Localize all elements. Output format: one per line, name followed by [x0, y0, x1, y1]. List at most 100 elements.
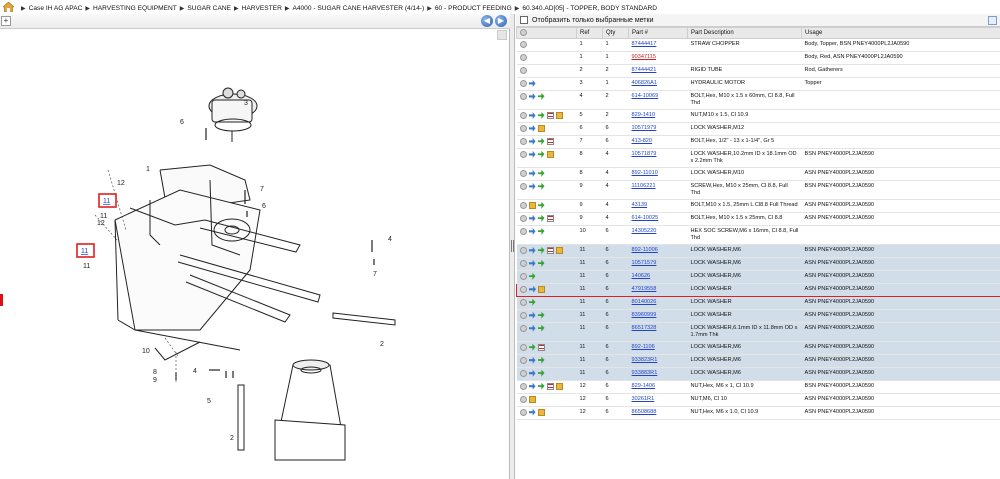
blue-arrow-icon[interactable]: [528, 79, 536, 87]
blue-arrow-icon[interactable]: [529, 285, 536, 293]
green-arrow-icon[interactable]: [528, 298, 536, 306]
callout-number[interactable]: 9: [153, 377, 157, 384]
part-number-link[interactable]: 43139: [632, 202, 648, 208]
list-icon[interactable]: [546, 137, 554, 145]
straw-chopper-drawing[interactable]: [274, 359, 346, 461]
breadcrumb-item[interactable]: SUGAR CANE: [187, 5, 231, 12]
green-arrow-icon[interactable]: [537, 214, 545, 222]
highlighted-callout-label[interactable]: 11: [81, 248, 88, 255]
blue-arrow-icon[interactable]: [528, 259, 536, 267]
green-arrow-icon[interactable]: [537, 227, 545, 235]
green-arrow-icon[interactable]: [537, 169, 545, 177]
part-number-link[interactable]: 83960999: [632, 312, 657, 318]
header-part-number[interactable]: Part #: [628, 27, 688, 39]
breadcrumb-item[interactable]: Case IH AG APAC: [29, 5, 83, 12]
breadcrumb-item[interactable]: HARVESTING EQUIPMENT: [93, 5, 177, 12]
callout-number[interactable]: 7: [373, 271, 377, 278]
package-icon[interactable]: [555, 246, 563, 254]
package-icon[interactable]: [537, 408, 545, 416]
table-row[interactable]: 12 6 829-1406 NUT,Hex, M6 x 1, Cl 10.9 BSN P…: [516, 380, 1000, 394]
header-ref[interactable]: Ref: [576, 27, 603, 39]
callout-number[interactable]: 6: [262, 203, 266, 210]
info-icon[interactable]: [519, 369, 527, 377]
table-row[interactable]: 11 6 892-1106 LOCK WASHER,M6 ASN PNEY4000PL2…: [516, 341, 1000, 355]
list-icon[interactable]: [546, 111, 554, 119]
table-row[interactable]: 9 4 614-10025 BOLT,Hex, M10 x 1.5 x 25mm, C…: [516, 212, 1000, 226]
table-row[interactable]: 11 6 83960999 LOCK WASHER ASN PNEY4000PL2JA0…: [516, 309, 1000, 323]
blue-arrow-icon[interactable]: [528, 382, 536, 390]
package-icon[interactable]: [555, 111, 563, 119]
green-arrow-icon[interactable]: [528, 343, 536, 351]
green-arrow-icon[interactable]: [537, 182, 545, 190]
blue-arrow-icon[interactable]: [528, 311, 536, 319]
callout-number[interactable]: 4: [193, 368, 197, 375]
part-number-link[interactable]: 14305220: [632, 228, 657, 234]
info-icon[interactable]: [519, 79, 527, 87]
info-icon[interactable]: [519, 382, 527, 390]
blue-arrow-icon[interactable]: [528, 169, 536, 177]
green-arrow-icon[interactable]: [537, 201, 545, 209]
callout-number[interactable]: 7: [260, 186, 264, 193]
part-number-link[interactable]: 10571579: [632, 260, 657, 266]
part-number-link[interactable]: 10571879: [632, 151, 657, 157]
blue-arrow-icon[interactable]: [528, 356, 536, 364]
callout-number[interactable]: 12: [117, 180, 125, 187]
blue-arrow-icon[interactable]: [528, 324, 536, 332]
header-part-description[interactable]: Part Description: [687, 27, 802, 39]
part-number-link[interactable]: 140626: [632, 273, 651, 279]
info-icon[interactable]: [519, 408, 527, 416]
info-icon[interactable]: [519, 214, 527, 222]
green-arrow-icon[interactable]: [537, 92, 545, 100]
blue-arrow-icon[interactable]: [528, 246, 536, 254]
show-selected-only-checkbox[interactable]: [520, 16, 528, 24]
hydraulic-motor-drawing[interactable]: [208, 87, 258, 142]
callout-number[interactable]: 10: [142, 348, 150, 355]
exploded-parts-diagram[interactable]: 12234456677891011111212 1111: [0, 30, 505, 478]
next-diagram-button[interactable]: ▶: [495, 15, 507, 27]
part-number-link[interactable]: 413-820: [632, 138, 653, 144]
package-icon[interactable]: [528, 201, 536, 209]
package-icon[interactable]: [528, 395, 536, 403]
table-row[interactable]: 9 4 11106221 SCREW,Hex, M10 x 25mm, Cl 8.8,…: [516, 180, 1000, 200]
callout-number[interactable]: 5: [207, 398, 211, 405]
info-icon[interactable]: [520, 285, 527, 293]
table-row[interactable]: 11 6 933823R1 LOCK WASHER,M6 ASN PNEY4000PL2…: [516, 354, 1000, 368]
info-icon[interactable]: [519, 201, 527, 209]
splitter-grip[interactable]: [511, 240, 514, 252]
green-arrow-icon[interactable]: [537, 311, 545, 319]
pane-splitter[interactable]: [510, 14, 515, 479]
table-row[interactable]: 10 6 14305220 HEX SOC SCREW,M6 x 16mm, Cl 8…: [516, 225, 1000, 245]
part-number-link[interactable]: 892-1106: [632, 344, 655, 350]
prev-diagram-button[interactable]: ◀: [481, 15, 493, 27]
callout-number[interactable]: 6: [180, 119, 184, 126]
export-icon[interactable]: [988, 15, 997, 25]
part-number-link[interactable]: 406826A1: [632, 80, 658, 86]
part-number-link[interactable]: 10571979: [632, 125, 657, 131]
table-row[interactable]: 11 6 86517328 LOCK WASHER,6.1mm ID x 11.8mm…: [516, 322, 1000, 342]
highlighted-callout-label[interactable]: 11: [103, 198, 110, 205]
table-row[interactable]: 11 6 80140026 LOCK WASHER ASN PNEY4000PL2JA0…: [516, 296, 1000, 310]
info-icon[interactable]: [519, 227, 527, 235]
blue-arrow-icon[interactable]: [528, 137, 536, 145]
table-row[interactable]: 11 6 140626 LOCK WASHER,M6 ASN PNEY4000PL2JA…: [516, 270, 1000, 284]
blue-arrow-icon[interactable]: [528, 227, 536, 235]
green-arrow-icon[interactable]: [537, 150, 545, 158]
callout-number[interactable]: 11: [100, 213, 107, 220]
header-qty[interactable]: Qty: [602, 27, 629, 39]
table-row[interactable]: 1 1 87444417 STRAW CHOPPER Body, Topper, BSN…: [516, 38, 1000, 52]
table-row[interactable]: 8 4 892-11010 LOCK WASHER,M10 ASN PNEY4000PL…: [516, 167, 1000, 181]
blue-arrow-icon[interactable]: [528, 111, 536, 119]
green-arrow-icon[interactable]: [537, 356, 545, 364]
info-icon[interactable]: [519, 92, 527, 100]
table-row[interactable]: 3 1 406826A1 HYDRAULIC MOTOR Topper: [516, 77, 1000, 91]
info-icon[interactable]: [519, 395, 527, 403]
blue-arrow-icon[interactable]: [528, 214, 536, 222]
home-icon[interactable]: [3, 2, 14, 12]
breadcrumb-item[interactable]: 60 - PRODUCT FEEDING: [435, 5, 512, 12]
info-icon[interactable]: [519, 53, 527, 61]
info-icon[interactable]: [519, 298, 527, 306]
topper-body-drawing[interactable]: [114, 164, 321, 361]
callout-number[interactable]: 8: [153, 369, 157, 376]
info-icon[interactable]: [519, 150, 527, 158]
table-row[interactable]: 9 4 43139 BOLT,M10 x 1.5, 25mm L Cl8.8 Full…: [516, 199, 1000, 213]
